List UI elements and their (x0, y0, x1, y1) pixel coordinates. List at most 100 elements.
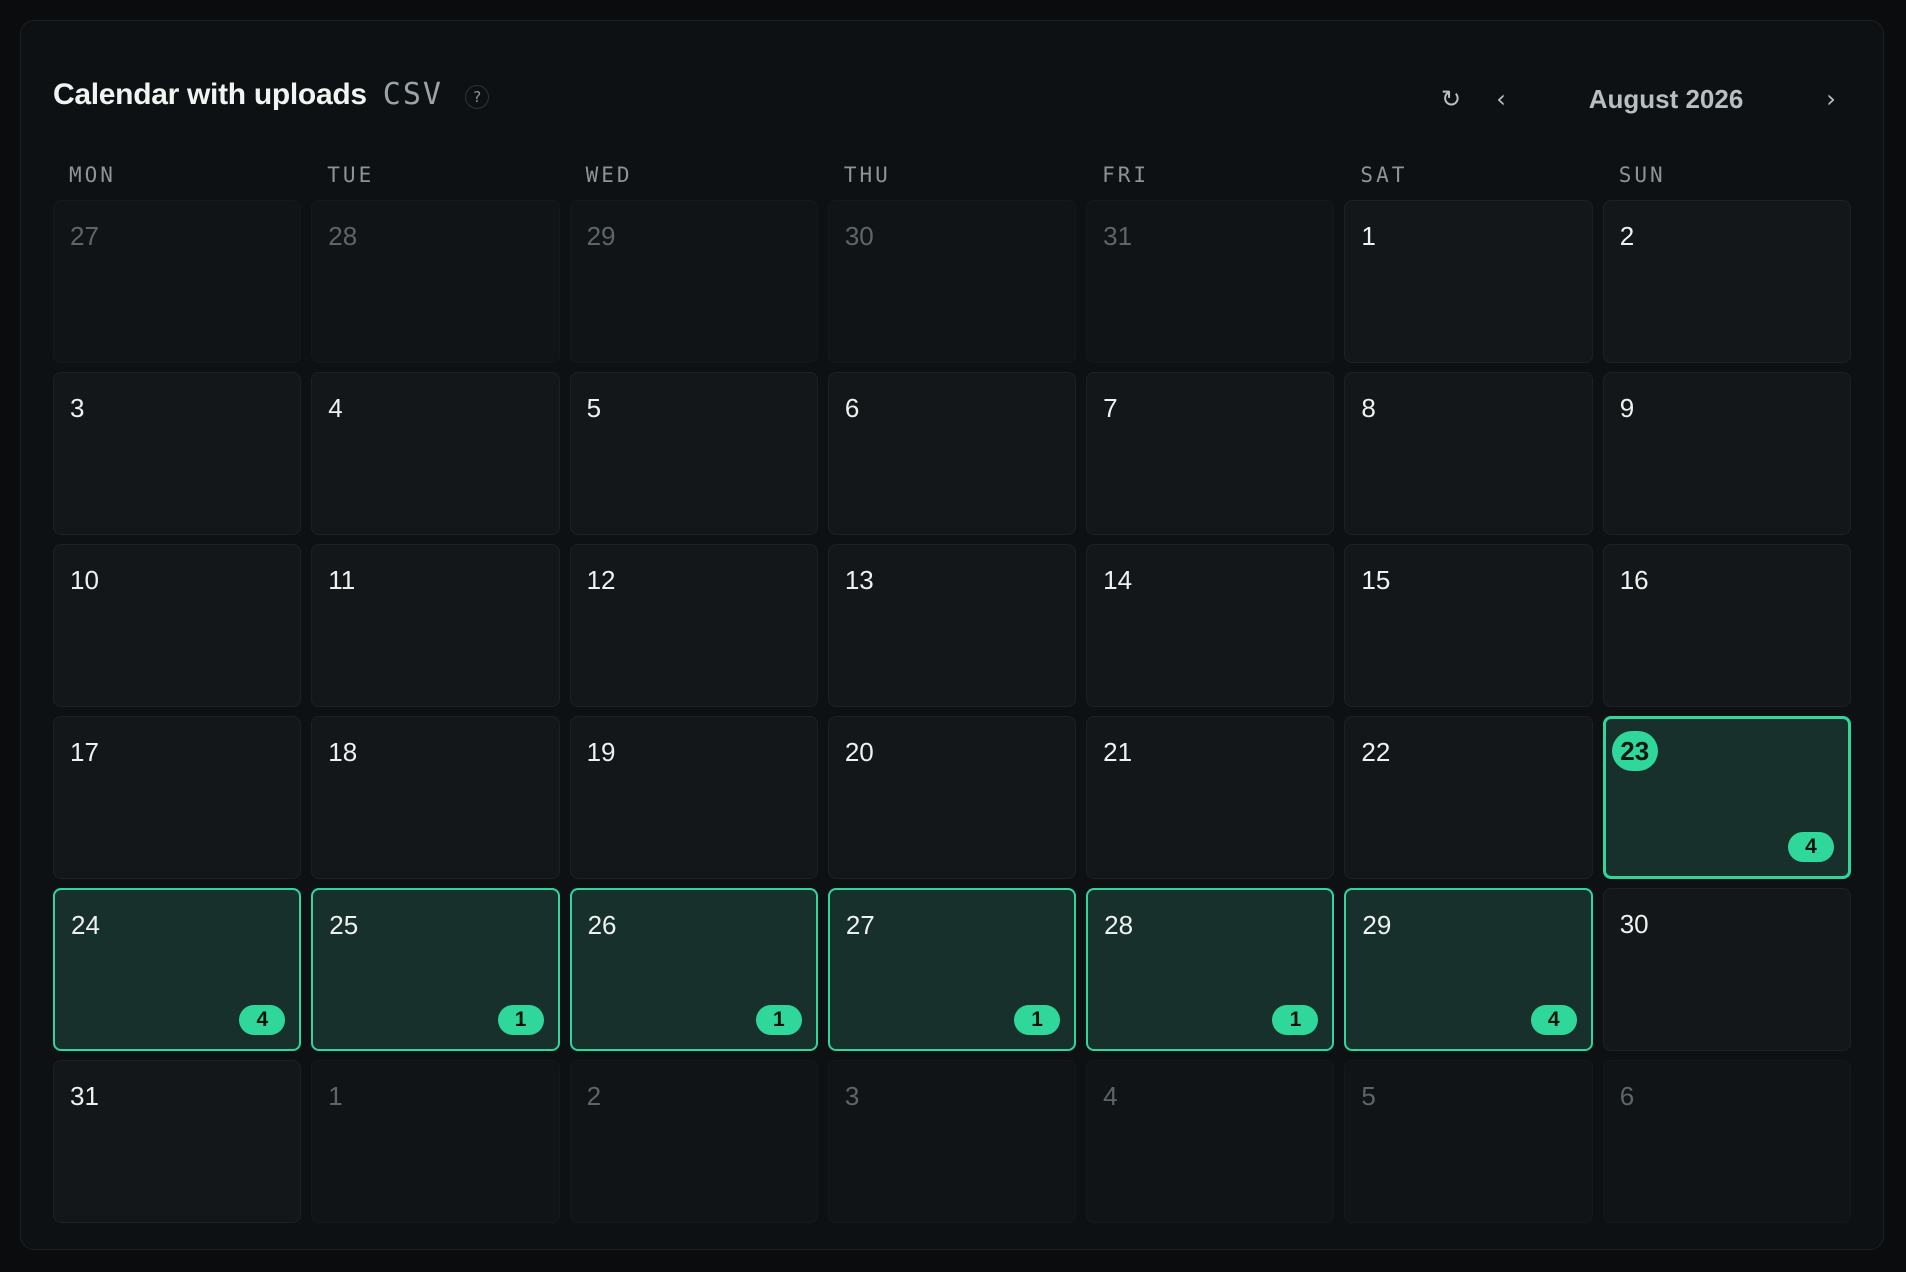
format-label: CSV (382, 77, 443, 112)
weekday-fri: FRI (1102, 163, 1150, 187)
day-cell[interactable]: 9 (1602, 372, 1851, 535)
day-cell-today[interactable]: 23 4 (1602, 716, 1851, 879)
day-number: 27 (845, 910, 875, 940)
day-number: 8 (1361, 393, 1376, 423)
weekday-tue: TUE (327, 163, 375, 187)
calendar-header: Calendar with uploads CSV ? ↻ ‹ August 2… (53, 57, 1851, 137)
weekday-header-row: MON TUE WED THU FRI SAT SUN (53, 163, 1851, 193)
day-cell[interactable]: 28 (311, 200, 560, 363)
day-cell-with-uploads[interactable]: 26 1 (569, 888, 818, 1051)
day-number: 30 (844, 221, 874, 251)
upload-count-badge: 1 (1014, 1005, 1061, 1035)
day-cell[interactable]: 31 (53, 1060, 302, 1223)
day-number: 10 (70, 565, 99, 595)
day-number: 28 (1104, 910, 1134, 940)
day-number: 5 (586, 393, 602, 423)
day-cell[interactable]: 6 (1602, 1060, 1851, 1223)
day-cell[interactable]: 6 (827, 372, 1077, 535)
day-number: 2 (1619, 221, 1635, 251)
day-cell[interactable]: 20 (827, 716, 1077, 879)
day-cell[interactable]: 4 (311, 372, 560, 535)
day-number: 22 (1361, 737, 1391, 767)
day-cell[interactable]: 7 (1086, 372, 1335, 535)
day-cell[interactable]: 3 (827, 1060, 1077, 1223)
day-cell[interactable]: 30 (1602, 888, 1851, 1051)
day-number: 31 (1103, 221, 1133, 251)
upload-count-badge: 4 (1788, 832, 1834, 862)
day-cell-with-uploads[interactable]: 29 4 (1344, 888, 1593, 1051)
day-cell[interactable]: 19 (569, 716, 818, 879)
day-cell[interactable]: 12 (569, 544, 818, 707)
day-cell[interactable]: 15 (1344, 544, 1593, 707)
day-cell[interactable]: 2 (1602, 200, 1851, 363)
day-number: 13 (844, 565, 874, 595)
day-number: 7 (1103, 393, 1118, 423)
upload-count-badge: 4 (239, 1005, 286, 1035)
day-number: 3 (70, 393, 85, 423)
month-label: August 2026 (1588, 84, 1744, 114)
day-cell[interactable]: 17 (53, 716, 302, 879)
day-cell[interactable]: 10 (53, 544, 302, 707)
day-number: 5 (1361, 1081, 1376, 1111)
day-number: 16 (1619, 565, 1649, 595)
day-cell[interactable]: 22 (1344, 716, 1593, 879)
day-cell-with-uploads[interactable]: 28 1 (1086, 888, 1335, 1051)
upload-count-badge: 1 (497, 1005, 544, 1035)
day-number: 29 (586, 221, 616, 251)
upload-count-badge: 1 (755, 1005, 802, 1035)
day-number: 24 (71, 910, 100, 940)
day-cell[interactable]: 2 (569, 1060, 818, 1223)
day-cell[interactable]: 13 (827, 544, 1077, 707)
prev-month-button[interactable]: ‹ (1481, 79, 1521, 119)
refresh-icon[interactable]: ↻ (1431, 79, 1471, 119)
day-cell[interactable]: 5 (1344, 1060, 1593, 1223)
upload-count-badge: 4 (1530, 1005, 1577, 1035)
page-title: Calendar with uploads CSV ? (53, 77, 490, 112)
day-cell[interactable]: 21 (1086, 716, 1335, 879)
weekday-thu: THU (843, 163, 891, 187)
day-number: 28 (328, 221, 358, 251)
day-number: 9 (1619, 393, 1635, 423)
calendar-grid: 27 28 29 30 31 1 2 3 4 5 6 7 8 9 10 11 12 13 14 15 16 17 18 19 2… (53, 200, 1851, 1223)
day-cell[interactable]: 29 (569, 200, 818, 363)
day-number: 2 (586, 1081, 602, 1111)
help-icon[interactable]: ? (465, 85, 490, 109)
day-number: 27 (70, 221, 99, 251)
day-number: 21 (1103, 737, 1133, 767)
day-cell[interactable]: 14 (1086, 544, 1335, 707)
day-cell-with-uploads[interactable]: 27 1 (827, 888, 1077, 1051)
day-number: 26 (587, 910, 617, 940)
weekday-sat: SAT (1360, 163, 1408, 187)
month-navigation: ↻ ‹ August 2026 › (1431, 79, 1851, 119)
day-cell[interactable]: 1 (311, 1060, 560, 1223)
day-cell[interactable]: 18 (311, 716, 560, 879)
day-number: 30 (1619, 909, 1649, 939)
day-number: 3 (844, 1081, 860, 1111)
day-number: 4 (328, 393, 343, 423)
day-cell-with-uploads[interactable]: 25 1 (311, 888, 560, 1051)
day-cell[interactable]: 31 (1086, 200, 1335, 363)
day-cell[interactable]: 8 (1344, 372, 1593, 535)
day-cell[interactable]: 1 (1344, 200, 1593, 363)
day-cell[interactable]: 27 (53, 200, 302, 363)
day-number: 1 (1361, 221, 1376, 251)
day-cell[interactable]: 5 (569, 372, 818, 535)
day-number: 14 (1103, 565, 1133, 595)
calendar-panel: Calendar with uploads CSV ? ↻ ‹ August 2… (20, 20, 1884, 1250)
day-cell[interactable]: 11 (311, 544, 560, 707)
day-cell[interactable]: 30 (827, 200, 1077, 363)
day-number: 25 (329, 910, 359, 940)
day-number: 18 (328, 737, 358, 767)
day-number: 19 (586, 737, 616, 767)
day-cell-with-uploads[interactable]: 24 4 (53, 888, 302, 1051)
day-cell[interactable]: 3 (53, 372, 302, 535)
day-cell[interactable]: 4 (1086, 1060, 1335, 1223)
day-number: 6 (1619, 1081, 1635, 1111)
day-number: 12 (586, 565, 616, 595)
day-cell[interactable]: 16 (1602, 544, 1851, 707)
weekday-wed: WED (585, 163, 633, 187)
day-number: 15 (1361, 565, 1391, 595)
next-month-button[interactable]: › (1811, 79, 1851, 119)
day-number: 1 (328, 1081, 343, 1111)
day-number: 17 (70, 737, 99, 767)
